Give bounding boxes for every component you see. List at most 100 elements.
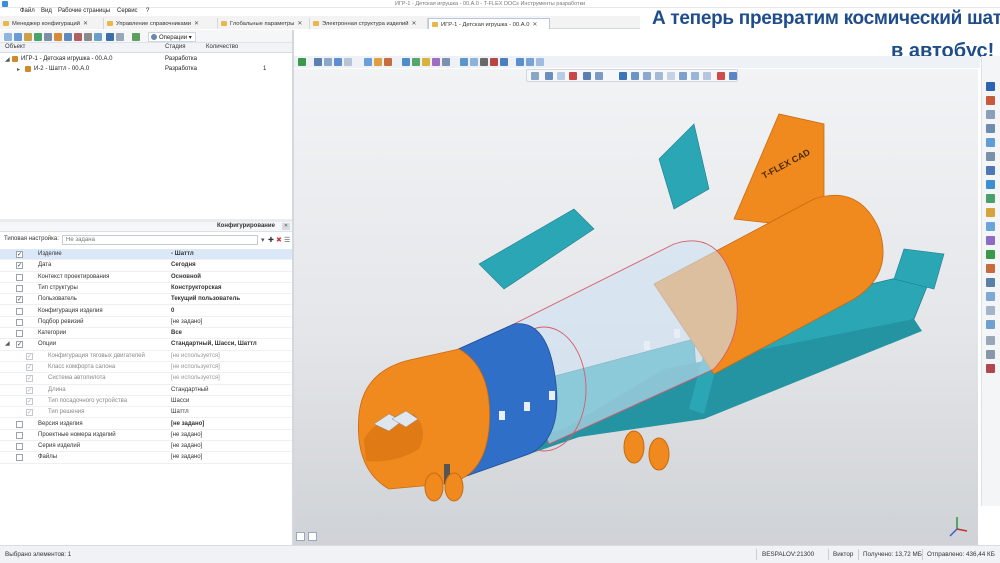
add-icon[interactable] [34, 33, 42, 41]
config-row-value[interactable]: [не задано] [171, 319, 202, 325]
expand-icon[interactable]: ◢ [5, 56, 10, 63]
config-checkbox[interactable] [16, 330, 23, 338]
close-icon[interactable]: ✕ [412, 21, 417, 27]
tab-directories[interactable]: Управление справочниками ✕ [104, 18, 218, 29]
config-row[interactable]: ✓ Тип посадочного устройства Шасси [0, 396, 292, 408]
select-icon[interactable] [4, 33, 12, 41]
copy-icon[interactable] [44, 33, 52, 41]
config-row-value[interactable]: - Шаттл [171, 251, 194, 257]
tree-row[interactable]: ▸ И-2 - Шаттл - 00.А.0 Разработка 1 [0, 66, 292, 75]
config-checkbox[interactable]: ✓ [26, 397, 33, 405]
box-icon[interactable] [667, 72, 675, 80]
undo-icon[interactable] [334, 58, 342, 66]
view-icon[interactable] [106, 33, 114, 41]
config-row-value[interactable]: [не задано] [171, 443, 202, 449]
config-row-value[interactable]: Текущий пользователь [171, 296, 240, 302]
expand-icon[interactable]: ◢ [5, 340, 10, 347]
menu-workpages[interactable]: Рабочие страницы [58, 8, 110, 14]
config-row[interactable]: ◢ ✓ Опции Стандартный, Шасси, Шаттл [0, 339, 292, 351]
note-icon[interactable] [986, 350, 995, 359]
config-checkbox[interactable] [16, 420, 23, 428]
config-row-value[interactable]: Шаттл [171, 409, 189, 415]
grid-icon[interactable] [116, 33, 124, 41]
select-icon[interactable] [986, 110, 995, 119]
line-icon[interactable] [595, 72, 603, 80]
pan-icon[interactable] [480, 58, 488, 66]
tab-electronic-structure[interactable]: Электронная структура изделий ✕ [310, 18, 428, 29]
collapse-icon[interactable]: ▸ [17, 66, 20, 73]
config-row[interactable]: Проектные номера изделий [не задано] [0, 430, 292, 442]
col-stage[interactable]: Стадия [165, 44, 185, 50]
chevron-down-icon[interactable]: ▾ [261, 236, 265, 244]
camera-icon[interactable] [442, 58, 450, 66]
refresh-icon[interactable] [94, 33, 102, 41]
menu-file[interactable]: Файл [20, 8, 35, 14]
col-quantity[interactable]: Количество [206, 44, 238, 50]
tab-global-params[interactable]: Глобальные параметры ✕ [218, 18, 310, 29]
config-row-value[interactable]: Все [171, 330, 182, 336]
config-row-value[interactable]: [не задано] [171, 421, 204, 427]
config-checkbox[interactable]: ✓ [16, 296, 23, 304]
cube-icon[interactable] [402, 58, 410, 66]
material-icon[interactable] [986, 264, 995, 273]
config-row[interactable]: Версия изделия [не задано] [0, 419, 292, 430]
delete-icon[interactable]: ✖ [276, 236, 282, 244]
config-row-value[interactable]: Конструкторская [171, 285, 222, 291]
section-icon[interactable] [986, 180, 995, 189]
section-icon[interactable] [374, 58, 382, 66]
close-icon[interactable]: ✕ [532, 22, 537, 28]
ruler-icon[interactable] [986, 138, 995, 147]
magnet-icon[interactable] [986, 96, 995, 105]
config-row-value[interactable]: Сегодня [171, 262, 196, 268]
config-row-value[interactable]: 0 [171, 308, 174, 314]
settings-icon[interactable] [729, 72, 737, 80]
3d-viewport[interactable]: T-FLEX CAD [294, 69, 978, 545]
config-checkbox[interactable]: ✓ [26, 409, 33, 417]
filter-icon[interactable] [84, 33, 92, 41]
config-row-value[interactable]: Шасси [171, 398, 189, 404]
config-row[interactable]: Категории Все [0, 328, 292, 340]
dimension-icon[interactable] [986, 166, 995, 175]
config-checkbox[interactable]: ✓ [16, 341, 23, 349]
layer-icon[interactable] [986, 194, 995, 203]
config-checkbox[interactable]: ✓ [16, 262, 23, 270]
light-icon[interactable] [986, 208, 995, 217]
zoom-icon[interactable] [470, 58, 478, 66]
link-icon[interactable] [64, 33, 72, 41]
config-checkbox[interactable] [16, 454, 23, 462]
config-row[interactable]: Конфигурация изделия 0 [0, 306, 292, 317]
col-object[interactable]: Объект [5, 44, 25, 50]
tab-config-manager[interactable]: Менеджер конфигураций ✕ [0, 18, 104, 29]
color-icon[interactable] [569, 72, 577, 80]
shade-icon[interactable] [986, 250, 995, 259]
edge-icon[interactable] [583, 72, 591, 80]
config-checkbox[interactable] [16, 318, 23, 326]
config-row[interactable]: Файлы [не задано] [0, 452, 292, 464]
config-row-value[interactable]: Стандартный [171, 387, 208, 393]
filter-icon[interactable] [531, 72, 539, 80]
delete-icon[interactable] [74, 33, 82, 41]
tree-row[interactable]: ◢ ИГР-1 - Детская игрушка - 00.А.0 Разра… [0, 56, 292, 65]
config-row[interactable]: Тип структуры Конструкторская [0, 283, 292, 295]
expand-down-icon[interactable] [298, 58, 306, 66]
tools-icon[interactable] [132, 33, 140, 41]
menu-view[interactable]: Вид [41, 8, 52, 14]
reference-icon[interactable] [986, 320, 995, 329]
camera-icon[interactable] [986, 222, 995, 231]
animation-icon[interactable] [986, 278, 995, 287]
edit-icon[interactable] [54, 33, 62, 41]
config-row[interactable]: ✓ Длина Стандартный [0, 385, 292, 396]
tab-toy-product[interactable]: ИГР-1 - Детская игрушка - 00.А.0 ✕ [428, 18, 550, 29]
folder-icon[interactable] [24, 33, 32, 41]
close-icon[interactable]: ✕ [83, 21, 88, 27]
config-row-value[interactable]: [не используется] [171, 353, 220, 359]
close-icon[interactable]: ✕ [297, 21, 302, 27]
close-icon[interactable]: ✕ [194, 21, 199, 27]
wire-icon[interactable] [631, 72, 639, 80]
config-checkbox[interactable]: ✓ [26, 364, 33, 371]
iso-view-icon[interactable] [536, 58, 544, 66]
config-checkbox[interactable]: ✓ [26, 352, 33, 360]
hidden-icon[interactable] [643, 72, 651, 80]
rotate-icon[interactable] [490, 58, 498, 66]
markup-icon[interactable] [986, 364, 995, 373]
